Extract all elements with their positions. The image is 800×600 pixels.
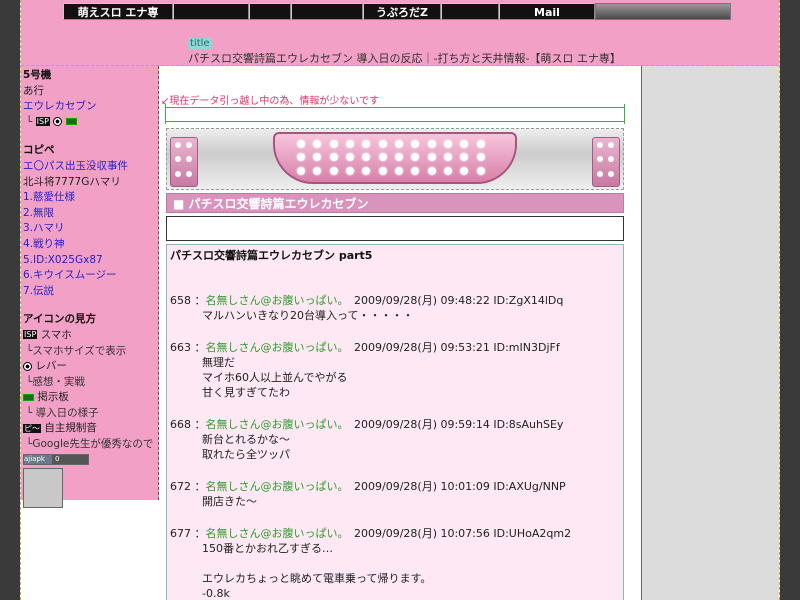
legend-board: 掲示板 — [23, 390, 156, 406]
top-nav: 萌えスロ エナ専 うぷろだZ Mail — [63, 3, 731, 20]
sidebar-copipe-6[interactable]: 4.戦り神 — [23, 237, 156, 253]
legend-lever: レバー — [23, 359, 156, 375]
poster-name: 名無しさん@お腹いっぱい。 — [205, 480, 344, 493]
banner-image[interactable] — [166, 128, 624, 190]
counter-value: 0 — [52, 454, 88, 464]
slot-reel-image — [273, 132, 517, 184]
lever-icon — [23, 361, 32, 371]
thread-content: パチスロ交響詩篇エウレカセブン part5 658 ：名無しさん@お腹いっぱい。… — [166, 244, 624, 600]
board-icon — [23, 393, 34, 401]
poster-name: 名無しさん@お腹いっぱい。 — [205, 294, 344, 307]
nav-end-bar — [595, 3, 731, 20]
legend-smartphone: ISP スマホ — [23, 328, 72, 341]
thread-heading: パチスロ交響詩篇エウレカセブン part5 — [170, 249, 373, 262]
poster-name: 名無しさん@お腹いっぱい。 — [205, 341, 344, 354]
sidebar-copipe-3[interactable]: 1.慈愛仕様 — [23, 190, 156, 206]
sidebar-placeholder-box — [23, 467, 63, 508]
sidebar-link-eureka[interactable]: エウレカセブン — [23, 99, 156, 115]
post: 663 ：名無しさん@お腹いっぱい。 2009/09/28(月) 09:53:2… — [170, 341, 560, 399]
sidebar-heading-model: 5号機 — [23, 69, 52, 81]
page-title: パチスロ交響詩篇エウレカセブン 導入日の反応｜-打ち方と天井情報-【萌スロ エナ… — [188, 52, 621, 65]
counter-label: ajiapk — [24, 454, 52, 464]
nav-item-2[interactable] — [173, 3, 249, 20]
smartphone-icon[interactable]: ISP — [35, 117, 50, 127]
notice-text: ↙現在データ引っ越し中の為、情報が少ないです — [161, 96, 380, 107]
header: 萌えスロ エナ専 うぷろだZ Mail title パチスロ交響詩篇エウレカセブ… — [21, 0, 779, 66]
post: 677 ：名無しさん@お腹いっぱい。 2009/09/28(月) 10:07:5… — [170, 527, 572, 600]
sidebar: 5号機 あ行 エウレカセブン └ ISP コピペ エ〇パス出玉没収事件 北斗将7… — [21, 66, 159, 508]
section-title-bar: ■ パチスロ交響詩篇エウレカセブン — [166, 193, 624, 213]
legend-censor: ピ〜 自主規制音 — [23, 422, 97, 435]
board-icon[interactable] — [65, 118, 77, 126]
sidebar-copipe-7[interactable]: 5.ID:X025Gx87 — [23, 253, 156, 269]
nav-home[interactable]: 萌えスロ エナ専 — [63, 3, 173, 20]
legend-board-desc: └ 導入日の様子 — [26, 406, 99, 419]
legend-censor-desc: └Google先生が優秀なので — [26, 438, 154, 451]
legend-smartphone-desc: └スマホサイズで表示 — [26, 344, 127, 357]
censor-icon: ピ〜 — [23, 423, 41, 433]
sidebar-copipe-5[interactable]: 3.ハマリ — [23, 221, 156, 237]
empty-box — [166, 216, 624, 241]
right-column — [641, 66, 779, 600]
sidebar-eureka-icons: └ ISP — [23, 115, 156, 131]
page: 萌えスロ エナ専 うぷろだZ Mail title パチスロ交響詩篇エウレカセブ… — [20, 0, 780, 600]
nav-item-6[interactable] — [441, 3, 499, 20]
dice-left-image — [170, 137, 198, 187]
guide-vertical-right — [624, 104, 625, 124]
nav-item-5[interactable]: うぷろだZ — [363, 3, 441, 20]
lever-icon[interactable] — [53, 117, 63, 127]
poster-name: 名無しさん@お腹いっぱい。 — [205, 418, 344, 431]
legend-lever-desc: └感想・実戦 — [26, 375, 85, 388]
post: 668 ：名無しさん@お腹いっぱい。 2009/09/28(月) 09:59:1… — [170, 418, 564, 461]
guide-line-2 — [165, 121, 625, 122]
poster-name: 名無しさん@お腹いっぱい。 — [205, 527, 344, 540]
guide-line-1 — [165, 107, 625, 108]
nav-mail[interactable]: Mail — [499, 3, 595, 20]
post: 672 ：名無しさん@お腹いっぱい。 2009/09/28(月) 10:01:0… — [170, 480, 566, 508]
sidebar-heading-icons: アイコンの見方 — [23, 313, 96, 326]
access-counter[interactable]: ajiapk 0 — [23, 453, 89, 465]
dice-right-image — [592, 137, 620, 187]
sidebar-copipe-4[interactable]: 2.無限 — [23, 206, 156, 222]
sidebar-heading-copipe: コピペ — [23, 144, 55, 157]
sidebar-row-a: あ行 — [23, 84, 44, 97]
smartphone-icon: ISP — [23, 330, 38, 340]
guide-vertical-left — [165, 104, 166, 124]
sidebar-copipe-9[interactable]: 7.伝説 — [23, 284, 156, 300]
sidebar-copipe-8[interactable]: 6.キウイスムージー — [23, 268, 156, 284]
nav-item-3[interactable] — [249, 3, 291, 20]
post: 658 ：名無しさん@お腹いっぱい。 2009/09/28(月) 09:48:2… — [170, 294, 564, 322]
sidebar-copipe-1[interactable]: エ〇パス出玉没収事件 — [23, 159, 156, 175]
nav-item-4[interactable] — [291, 3, 363, 20]
sidebar-copipe-2: 北斗将7777Gハマリ — [23, 175, 121, 188]
title-tag: title — [188, 38, 212, 49]
